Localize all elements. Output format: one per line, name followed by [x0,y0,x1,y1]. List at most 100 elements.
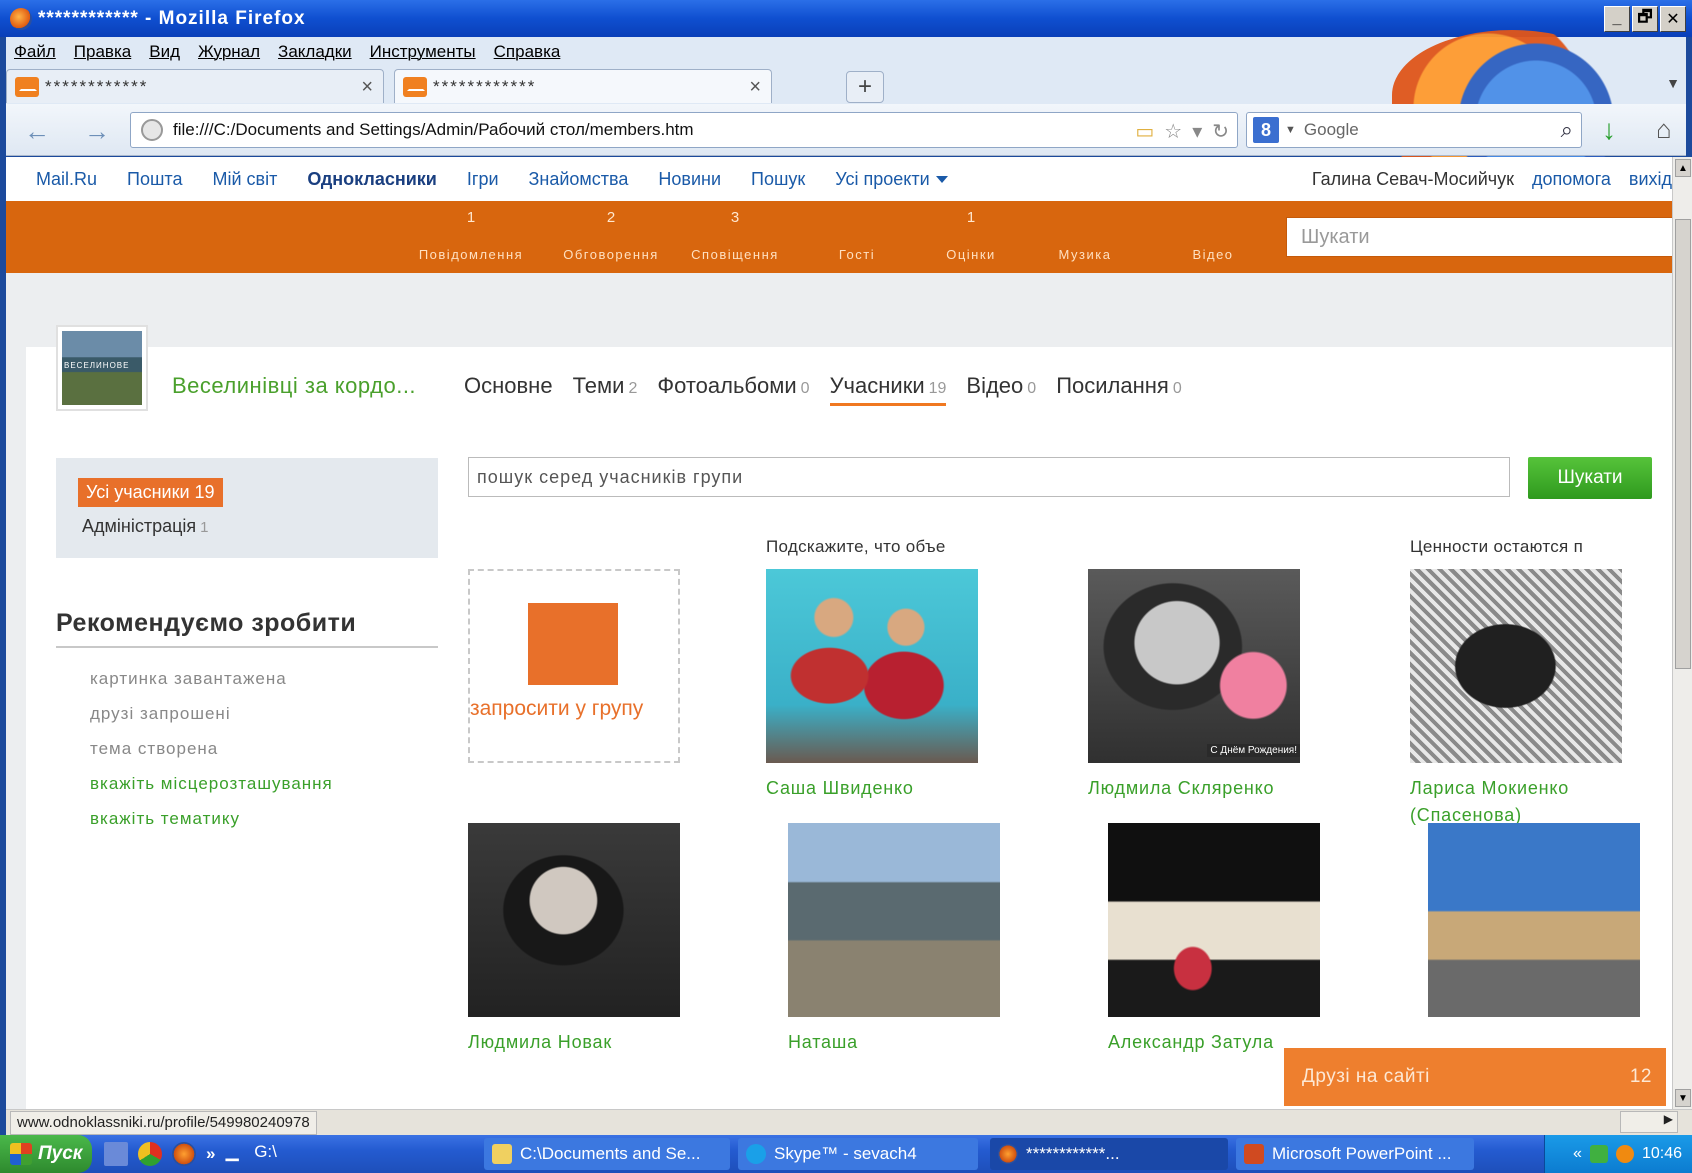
start-button[interactable]: Пуск [0,1135,92,1173]
menu-help[interactable]: Справка [494,42,561,62]
link-news[interactable]: Новини [658,169,721,190]
group-avatar[interactable] [56,325,148,411]
site-search-input[interactable]: Шукати [1286,217,1676,257]
tray-app-icon[interactable] [1589,1145,1608,1163]
menu-history[interactable]: Журнал [198,42,260,62]
scroll-down-icon[interactable]: ▼ [1675,1089,1691,1107]
taskbar-item-firefox[interactable]: ************... [990,1138,1228,1170]
tab-albums[interactable]: Фотоальбоми 0 [657,373,809,406]
member-name[interactable]: Людмила Скляренко [1088,775,1318,802]
logout-link[interactable]: вихід [1629,169,1672,190]
tab-2-close-icon[interactable]: × [749,76,761,99]
chrome-icon[interactable] [138,1142,162,1166]
link-dating[interactable]: Знайомства [529,169,629,190]
back-arrow-icon[interactable]: ← [24,116,50,147]
group-title[interactable]: Веселинівці за кордо... [172,373,416,399]
link-mailru[interactable]: Mail.Ru [36,169,97,190]
tab-2[interactable]: ************ × [394,69,772,103]
member-card[interactable]: С Днём Рождения! Людмила Скляренко [1088,537,1318,802]
tab-members[interactable]: Учасники 19 [829,373,947,406]
invite-to-group[interactable]: запросити у групу [468,569,680,763]
drive-shortcut[interactable]: ▁ G:\ [225,1142,278,1166]
taskbar-item-powerpoint[interactable]: Microsoft PowerPoint ... [1236,1138,1474,1170]
members-search-button[interactable]: Шукати [1528,457,1652,499]
tab-1[interactable]: ************ × [6,69,384,103]
member-card[interactable]: Подскажите, что объе Саша Швиденко [766,537,996,802]
tab-main[interactable]: Основне [464,373,553,406]
member-name[interactable]: Саша Швиденко [766,775,996,802]
tab-1-close-icon[interactable]: × [361,76,373,99]
member-photo[interactable] [1410,569,1622,763]
horizontal-scroll-arrow-icon[interactable]: ▶ [1620,1111,1678,1133]
tray-expand-icon[interactable]: « [1573,1145,1582,1163]
folder-icon[interactable]: ▭ [1135,119,1154,144]
menu-file[interactable]: Файл [14,42,56,62]
toolbar-messages[interactable]: 1 Повідомлення [406,201,536,273]
tab-video[interactable]: Відео 0 [966,373,1036,406]
address-bar[interactable]: file:///C:/Documents and Settings/Admin/… [130,112,1238,148]
member-photo[interactable] [1108,823,1320,1017]
tab-list-chevron-icon[interactable]: ▼ [1666,75,1680,91]
forward-arrow-icon[interactable]: → [84,116,110,147]
more-chevron-icon[interactable]: » [206,1144,215,1164]
link-search[interactable]: Пошук [751,169,805,190]
search-engine-icon[interactable]: 8 [1253,117,1279,143]
member-photo[interactable] [766,569,978,763]
member-photo[interactable] [468,823,680,1017]
member-name[interactable]: Наташа [788,1029,1018,1056]
menu-view[interactable]: Вид [149,42,180,62]
scroll-thumb[interactable] [1675,219,1691,669]
member-name[interactable]: Людмила Новак [468,1029,698,1056]
toolbar-notifications[interactable]: 3 Сповіщення [670,201,800,273]
desktop-icon[interactable] [104,1142,128,1166]
member-photo[interactable] [1428,823,1640,1017]
tab-links[interactable]: Посилання 0 [1056,373,1182,406]
toolbar-video[interactable]: Відео [1148,201,1278,273]
member-photo[interactable] [788,823,1000,1017]
help-link[interactable]: допомога [1532,169,1611,190]
maximize-button[interactable]: 🗗 [1632,6,1658,32]
star-icon[interactable]: ☆ [1164,119,1182,144]
member-card[interactable]: Ценности остаются п Лариса Мокиенко (Спа… [1410,537,1640,829]
friends-online-panel[interactable]: Друзі на сайті 12 [1284,1048,1666,1106]
member-name[interactable]: Лариса Мокиенко (Спасенова) [1410,775,1590,829]
taskbar-item-explorer[interactable]: C:\Documents and Se... [484,1138,730,1170]
link-odnoklassniki[interactable]: Однокласники [307,169,437,190]
home-icon[interactable]: ⌂ [1656,114,1672,145]
member-card[interactable]: Людмила Новак [468,823,698,1056]
minimize-button[interactable]: _ [1604,6,1630,32]
toolbar-music[interactable]: Музика [1020,201,1150,273]
recommend-item-topic[interactable]: вкажіть тематику [90,809,333,844]
toolbar-discussions[interactable]: 2 Обговорення [546,201,676,273]
vertical-scrollbar[interactable]: ▲ ▼ [1672,157,1692,1109]
member-card[interactable] [1428,823,1658,1029]
download-icon[interactable]: ↓ [1602,114,1616,146]
toolbar-guests[interactable]: Гості [792,201,922,273]
tray-odnoklassniki-icon[interactable] [1615,1145,1634,1163]
link-games[interactable]: Ігри [467,169,499,190]
close-button[interactable]: ✕ [1660,6,1686,32]
member-photo[interactable]: С Днём Рождения! [1088,569,1300,763]
link-mail[interactable]: Пошта [127,169,182,190]
recommend-item-location[interactable]: вкажіть місцерозташування [90,774,333,809]
user-name[interactable]: Галина Севач-Мосийчук [1312,169,1514,190]
members-search-input[interactable]: пошук серед учасників групи [468,457,1510,497]
toolbar-ratings[interactable]: 1 Оцінки [906,201,1036,273]
clock[interactable]: 10:46 [1642,1145,1682,1163]
taskbar-item-skype[interactable]: Skype™ - sevach4 [738,1138,978,1170]
engine-chevron-icon[interactable]: ▼ [1285,124,1296,136]
scroll-up-icon[interactable]: ▲ [1675,159,1691,177]
link-all-projects[interactable]: Усі проекти [835,169,948,190]
menu-bookmarks[interactable]: Закладки [278,42,352,62]
tab-topics[interactable]: Теми 2 [573,373,638,406]
firefox-quicklaunch-icon[interactable] [172,1142,196,1166]
magnifier-icon[interactable]: ⌕ [1561,117,1573,143]
member-card[interactable]: Наташа [788,823,1018,1056]
filter-administration[interactable]: Адміністрація 1 [82,516,209,537]
reload-icon[interactable]: ↻ [1212,119,1229,144]
member-card[interactable]: Александр Затула [1108,823,1338,1056]
menu-tools[interactable]: Инструменты [370,42,476,62]
link-my-world[interactable]: Мій світ [212,169,277,190]
menu-edit[interactable]: Правка [74,42,131,62]
search-bar[interactable]: 8 ▼ Google ⌕ [1246,112,1582,148]
